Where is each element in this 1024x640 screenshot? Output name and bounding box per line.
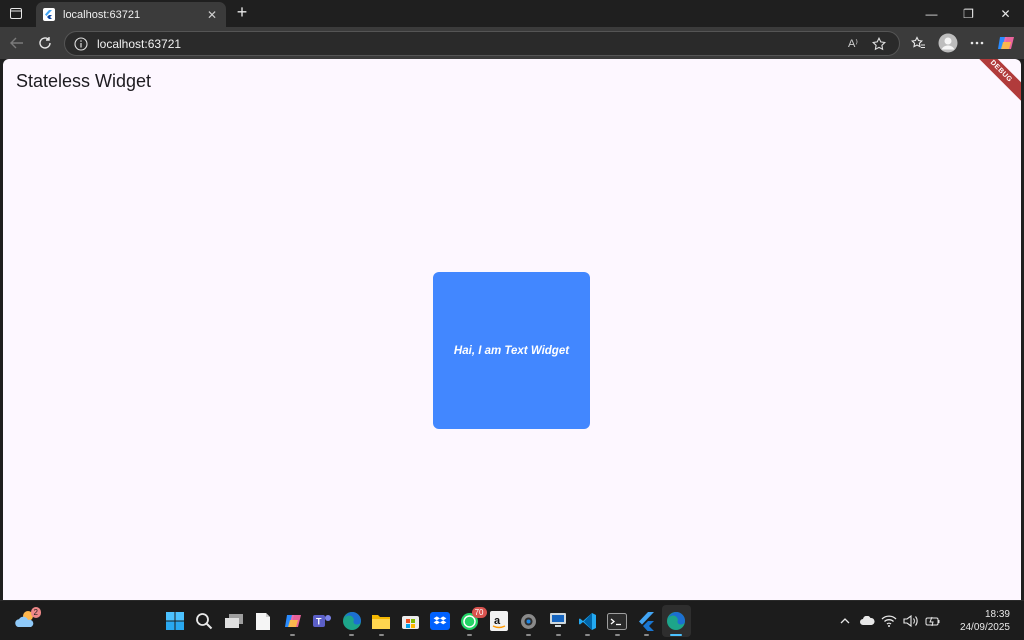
weather-widget-icon[interactable]: 2: [14, 607, 41, 633]
address-bar[interactable]: localhost:63721 A⁾: [64, 31, 900, 56]
volume-icon[interactable]: [900, 615, 922, 627]
task-view-icon[interactable]: [219, 605, 249, 637]
profile-avatar[interactable]: [933, 29, 962, 57]
debug-banner: DEBUG: [968, 59, 1021, 105]
edge-icon[interactable]: [337, 605, 367, 637]
clock[interactable]: 18:39 24/09/2025: [960, 608, 1010, 634]
taskbar-apps: T 70 a: [160, 605, 691, 637]
settings-icon[interactable]: [514, 605, 544, 637]
window-controls: — ❐ ✕: [913, 0, 1024, 27]
url-text[interactable]: localhost:63721: [97, 37, 838, 51]
close-window-button[interactable]: ✕: [987, 0, 1024, 27]
flutter-icon[interactable]: [632, 605, 662, 637]
window-menu-icon[interactable]: [0, 0, 32, 27]
file-explorer-icon[interactable]: [367, 605, 397, 637]
page-viewport: Stateless Widget DEBUG Hai, I am Text Wi…: [3, 59, 1021, 600]
notepad-icon[interactable]: [249, 605, 279, 637]
edge-active-icon[interactable]: [661, 605, 691, 637]
toolbar-right: [904, 27, 1024, 59]
favorites-icon[interactable]: [904, 29, 933, 57]
copilot-icon[interactable]: [991, 29, 1020, 57]
search-icon[interactable]: [190, 605, 220, 637]
wifi-icon[interactable]: [878, 615, 900, 627]
more-menu-icon[interactable]: [962, 29, 991, 57]
tab-title: localhost:63721: [63, 8, 141, 21]
battery-icon[interactable]: [922, 615, 944, 627]
restore-button[interactable]: ❐: [950, 0, 987, 27]
amazon-icon[interactable]: a: [485, 605, 515, 637]
start-icon[interactable]: [160, 605, 190, 637]
tab-active[interactable]: localhost:63721 ✕: [36, 2, 226, 27]
refresh-icon[interactable]: [31, 29, 59, 57]
site-info-icon[interactable]: [74, 36, 88, 51]
weather-badge: 2: [30, 607, 41, 618]
back-icon[interactable]: [3, 29, 31, 57]
new-tab-button[interactable]: +: [232, 3, 252, 23]
favorite-star-icon[interactable]: [868, 35, 890, 53]
whatsapp-icon[interactable]: 70: [455, 605, 487, 637]
tab-close-icon[interactable]: ✕: [204, 7, 220, 23]
remote-desktop-icon[interactable]: [544, 605, 574, 637]
store-icon[interactable]: [396, 605, 426, 637]
system-tray: [834, 611, 944, 631]
dropbox-icon[interactable]: [426, 605, 456, 637]
navigation-bar: localhost:63721 A⁾: [0, 27, 1024, 59]
svg-text:T: T: [316, 617, 322, 627]
minimize-button[interactable]: —: [913, 0, 950, 27]
vscode-icon[interactable]: [573, 605, 603, 637]
text-widget-container: Hai, I am Text Widget: [433, 272, 590, 429]
terminal-icon[interactable]: [603, 605, 633, 637]
chevron-up-icon[interactable]: [834, 618, 856, 624]
copilot-app-icon[interactable]: [278, 605, 308, 637]
read-aloud-icon[interactable]: A⁾: [842, 35, 864, 53]
clock-time: 18:39: [984, 609, 1010, 620]
taskbar: 2 T 70 a 18:39 24/09/2025: [0, 600, 1024, 640]
clock-date: 24/09/2025: [959, 622, 1010, 633]
onedrive-icon[interactable]: [856, 616, 878, 626]
title-bar: localhost:63721 ✕ + — ❐ ✕: [0, 0, 1024, 27]
svg-text:a: a: [494, 615, 501, 627]
flutter-favicon-icon: [42, 8, 56, 22]
teams-icon[interactable]: T: [308, 605, 338, 637]
text-widget-label: Hai, I am Text Widget: [453, 344, 570, 357]
page-title: Stateless Widget: [16, 71, 152, 91]
